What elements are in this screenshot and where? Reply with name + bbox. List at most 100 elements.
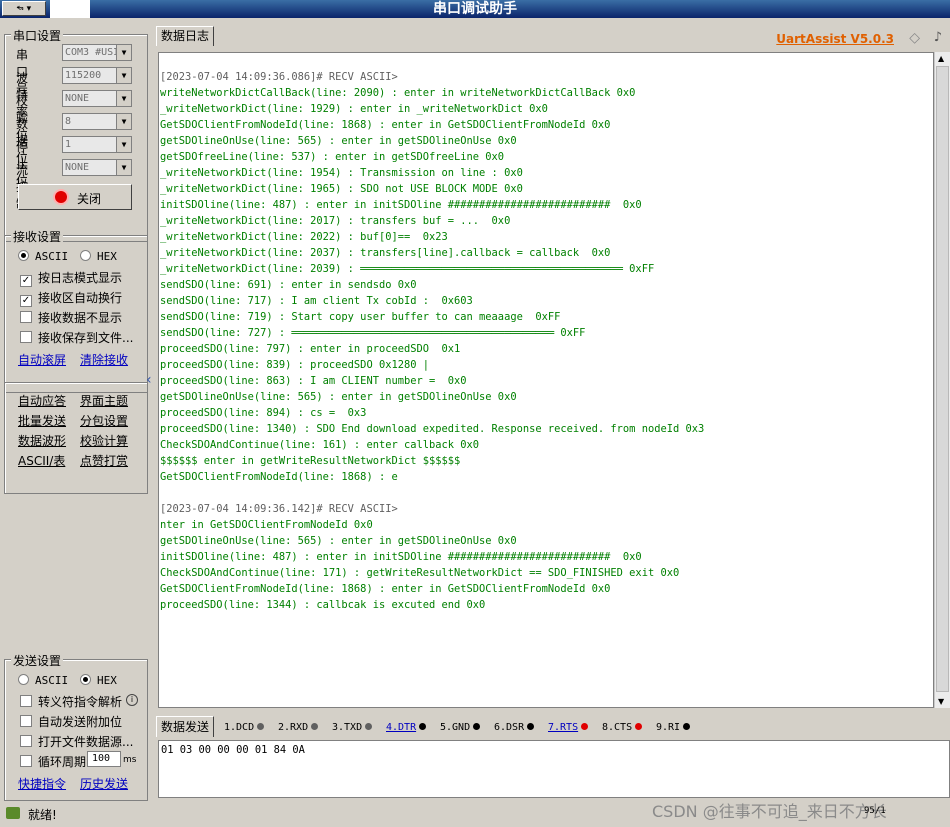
tool-link[interactable]: 数据波形: [18, 432, 66, 449]
serial-setting-value: COM3 #USI: [65, 47, 120, 58]
receive-option-label: 接收数据不显示: [38, 311, 123, 325]
log-line: _writeNetworkDict(line: 1965) : SDO not …: [160, 183, 523, 195]
auto-scroll-link[interactable]: 自动滚屏: [18, 351, 66, 368]
log-line: proceedSDO(line: 894) : cs = 0x3: [160, 407, 367, 419]
close-port-button[interactable]: 关闭: [18, 184, 132, 210]
receive-log[interactable]: [2023-07-04 14:09:36.086]# RECV ASCII> wr…: [158, 52, 934, 708]
status-text: 就绪!: [28, 808, 57, 822]
signal-led-icon: [365, 723, 373, 730]
serial-setting-select[interactable]: NONE ▼: [62, 90, 132, 107]
signal-indicator: 6.DSR: [494, 722, 535, 733]
log-line: _writeNetworkDict(line: 2022) : buf[0]==…: [160, 231, 448, 243]
diamond-icon[interactable]: ◇: [909, 30, 920, 46]
receive-hex-radio[interactable]: HEX: [80, 250, 117, 263]
brand-link[interactable]: UartAssist V5.0.3: [776, 32, 894, 46]
chevron-down-icon[interactable]: ▼: [116, 68, 131, 83]
log-line: sendSDO(line: 719) : Start copy user buf…: [160, 311, 561, 323]
tab-data-log[interactable]: 数据日志: [156, 26, 215, 46]
send-hex-label: HEX: [97, 674, 117, 687]
serial-settings-title: 串口设置: [11, 27, 64, 44]
serial-setting-select[interactable]: 115200 ▼: [62, 67, 132, 84]
serial-setting-value: NONE: [65, 162, 90, 173]
signal-label: 8.CTS: [602, 722, 633, 733]
signal-indicator[interactable]: 4.DTR: [386, 722, 427, 733]
checkbox-box: ✓: [20, 295, 32, 307]
signal-led-icon: [257, 723, 265, 730]
loop-period-input[interactable]: 100: [87, 751, 121, 767]
log-line: initSDOline(line: 487) : enter in initSD…: [160, 199, 642, 211]
send-option-checkbox[interactable]: 转义符指令解析: [20, 693, 122, 709]
receive-option-checkbox[interactable]: 接收数据不显示: [20, 309, 122, 325]
receive-scrollbar[interactable]: ▲ ▼: [934, 52, 950, 708]
send-toolbar: 数据发送 1.DCD 2.RXD 3.TXD 4.DTR 5.GND 6.DSR 7.RTS…: [154, 714, 950, 738]
send-history-link[interactable]: 历史发送: [80, 775, 128, 792]
log-line: getSDOlineOnUse(line: 565) : enter in ge…: [160, 135, 517, 147]
tab-data-send[interactable]: 数据发送: [156, 716, 215, 737]
log-line: [2023-07-04 14:09:36.086]# RECV ASCII>: [160, 71, 398, 83]
byte-counter: 95/1: [864, 806, 886, 816]
receive-ascii-radio[interactable]: ASCII: [18, 250, 68, 263]
info-icon[interactable]: i: [126, 694, 138, 706]
receive-option-checkbox[interactable]: 接收保存到文件...: [20, 329, 133, 345]
chevron-down-icon[interactable]: ▼: [116, 160, 131, 175]
chevron-down-icon[interactable]: ▼: [116, 45, 131, 60]
send-input[interactable]: 01 03 00 00 00 01 84 0A: [158, 740, 950, 798]
watermark: CSDN @往事不可追_来日不方长: [652, 802, 887, 821]
tool-link[interactable]: ASCII/表: [18, 452, 65, 469]
collapse-panel-icon[interactable]: ‹: [146, 372, 152, 422]
serial-setting-select[interactable]: COM3 #USI ▼: [62, 44, 132, 61]
serial-setting-select[interactable]: NONE ▼: [62, 159, 132, 176]
scroll-down-icon[interactable]: ▼: [938, 697, 944, 706]
signal-label: 1.DCD: [224, 722, 255, 733]
radio-unselected-icon: [18, 674, 29, 685]
serial-setting-value: 8: [65, 116, 72, 127]
tool-link[interactable]: 批量发送: [18, 412, 66, 429]
receive-option-checkbox[interactable]: ✓ 按日志模式显示: [20, 269, 122, 287]
log-line: _writeNetworkDict(line: 2037) : transfer…: [160, 247, 611, 259]
tool-link[interactable]: 校验计算: [80, 432, 128, 449]
clear-receive-link[interactable]: 清除接收: [80, 351, 128, 368]
receive-ascii-label: ASCII: [35, 250, 69, 263]
tool-link[interactable]: 点赞打赏: [80, 452, 128, 469]
signal-led-icon: [683, 723, 691, 730]
receive-panel: 数据日志 UartAssist V5.0.3 ◇ ♪ [2023-07-04 1…: [154, 24, 950, 712]
scroll-up-icon[interactable]: ▲: [938, 54, 944, 63]
send-option-checkbox[interactable]: 打开文件数据源...: [20, 733, 133, 749]
signal-indicator: 1.DCD: [224, 722, 265, 733]
chevron-down-icon[interactable]: ▼: [116, 137, 131, 152]
tool-link[interactable]: 界面主题: [80, 392, 128, 409]
signal-label: 6.DSR: [494, 722, 525, 733]
log-line: _writeNetworkDict(line: 1954) : Transmis…: [160, 167, 523, 179]
log-line: _writeNetworkDict(line: 2017) : transfer…: [160, 215, 511, 227]
receive-option-checkbox[interactable]: ✓ 接收区自动换行: [20, 289, 123, 307]
checkbox-box: [20, 735, 32, 747]
serial-setting-select[interactable]: 8 ▼: [62, 113, 132, 130]
window-title: 串口调试助手: [433, 1, 517, 17]
send-option-checkbox[interactable]: 自动发送附加位: [20, 713, 122, 729]
signal-label: 7.RTS: [548, 722, 579, 733]
send-ascii-radio[interactable]: ASCII: [18, 674, 68, 687]
tool-link[interactable]: 分包设置: [80, 412, 128, 429]
chevron-down-icon[interactable]: ▼: [116, 91, 131, 106]
scroll-thumb[interactable]: [936, 66, 949, 692]
quick-commands-link[interactable]: 快捷指令: [18, 775, 66, 792]
signal-label: 4.DTR: [386, 722, 417, 733]
signal-led-icon: [419, 723, 427, 730]
receive-option-label: 接收区自动换行: [38, 291, 123, 305]
checkbox-box: [20, 755, 32, 767]
bell-icon[interactable]: ♪: [934, 30, 942, 45]
checkbox-box: [20, 311, 32, 323]
chevron-down-icon[interactable]: ▼: [116, 114, 131, 129]
signal-label: 2.RXD: [278, 722, 309, 733]
send-option-label: 转义符指令解析: [38, 695, 123, 709]
log-line: getSDOlineOnUse(line: 565) : enter in ge…: [160, 535, 517, 547]
send-hex-radio[interactable]: HEX: [80, 674, 117, 687]
serial-setting-select[interactable]: 1 ▼: [62, 136, 132, 153]
loop-period-label: 循环周期: [38, 755, 87, 769]
signal-indicator[interactable]: 7.RTS: [548, 722, 589, 733]
loop-period-checkbox[interactable]: 循环周期: [20, 753, 86, 769]
log-line: sendSDO(line: 691) : enter in sendsdo 0x…: [160, 279, 417, 291]
tool-link[interactable]: 自动应答: [18, 392, 66, 409]
status-icon: [6, 807, 20, 819]
send-settings-title: 发送设置: [11, 652, 64, 669]
